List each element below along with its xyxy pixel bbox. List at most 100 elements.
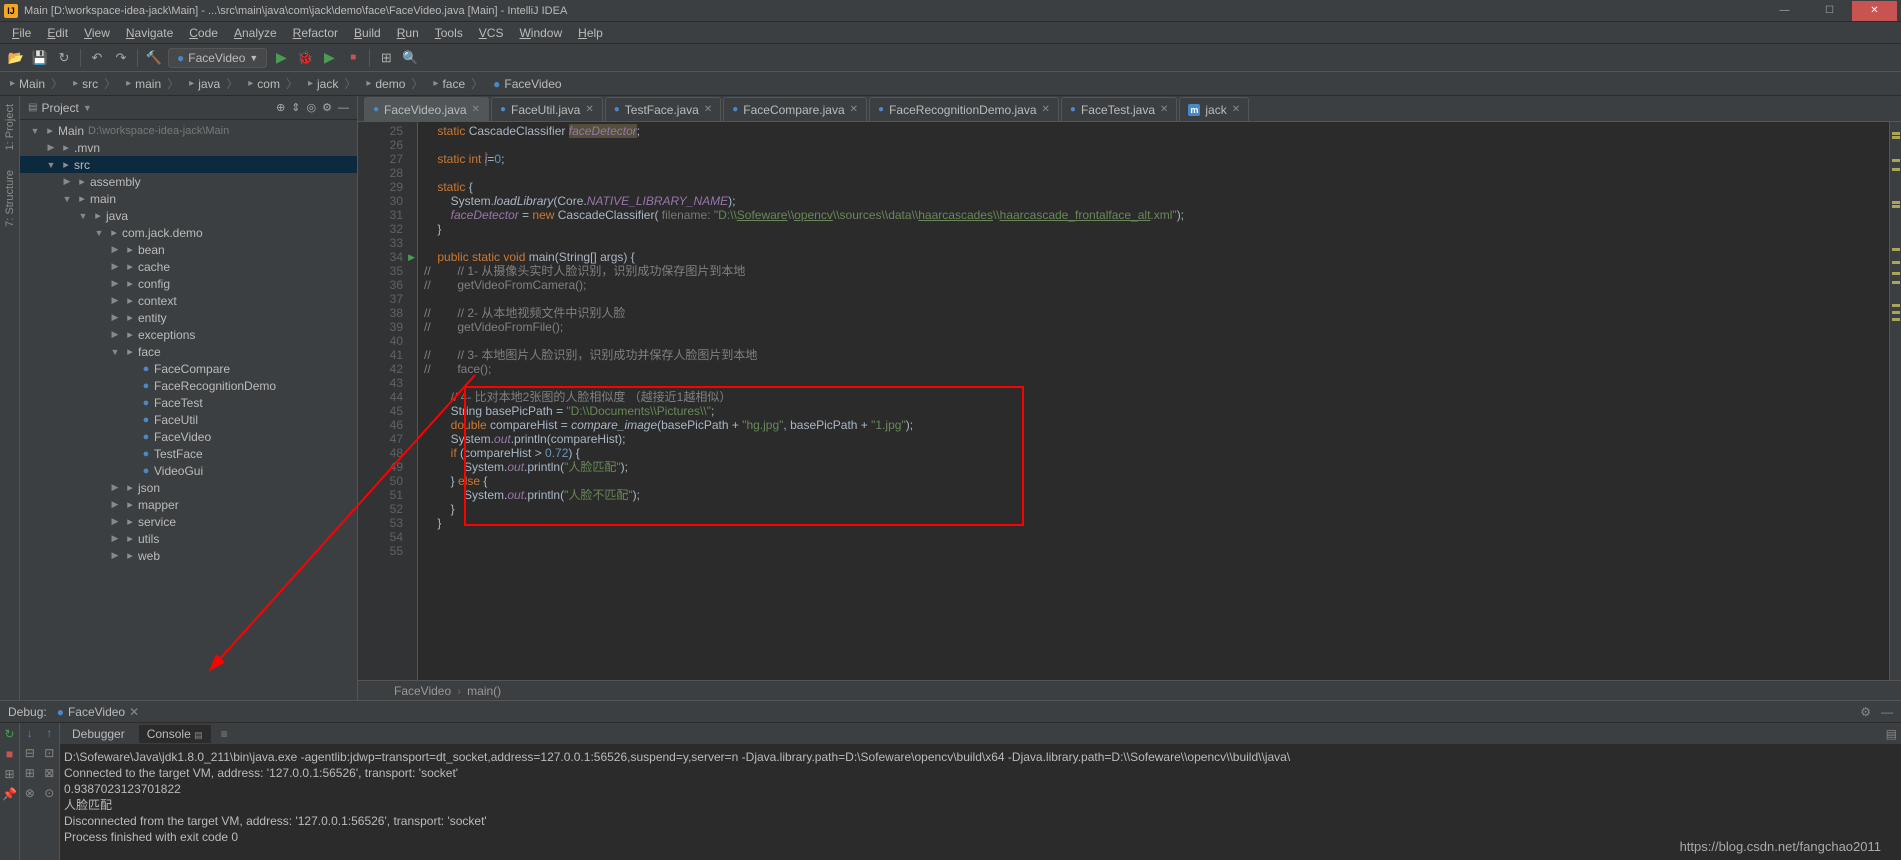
breadcrumb-item[interactable]: ● FaceVideo [489, 77, 565, 91]
editor-tab-faceutil-java[interactable]: ●FaceUtil.java✕ [491, 97, 603, 121]
menu-code[interactable]: Code [183, 24, 224, 42]
project-tree[interactable]: ▼▸MainD:\workspace-idea-jack\Main▶▸.mvn ▼… [20, 120, 357, 700]
tree-assembly[interactable]: ▶▸assembly [20, 173, 357, 190]
tree-json[interactable]: ▶▸json [20, 479, 357, 496]
step-over-icon[interactable]: ↑ [46, 726, 52, 740]
open-file-icon[interactable]: 📂 [6, 48, 26, 68]
structure-tool-tab[interactable]: 7: Structure [4, 170, 16, 227]
settings-icon[interactable]: ⊕ [276, 101, 285, 114]
breadcrumb-item[interactable]: ▸ demo 〉 [362, 75, 429, 92]
tree--mvn[interactable]: ▶▸.mvn [20, 139, 357, 156]
breadcrumb-item[interactable]: ▸ main 〉 [122, 75, 185, 92]
view-icon[interactable]: ⊙ [44, 786, 54, 800]
console-tab[interactable]: Console ▤ [139, 725, 211, 743]
close-icon[interactable]: ✕ [129, 705, 139, 719]
menu-edit[interactable]: Edit [41, 24, 74, 42]
hammer-icon[interactable]: 🔨 [144, 48, 164, 68]
tree-service[interactable]: ▶▸service [20, 513, 357, 530]
save-icon[interactable]: 💾 [30, 48, 50, 68]
breadcrumb-item[interactable]: ▸ com 〉 [244, 75, 304, 92]
breadcrumb-item[interactable]: ▸ src 〉 [69, 75, 122, 92]
debug-button[interactable]: 🐞 [295, 48, 315, 68]
menu-tools[interactable]: Tools [429, 24, 469, 42]
tree-com-jack-demo[interactable]: ▼▸com.jack.demo [20, 224, 357, 241]
menu-refactor[interactable]: Refactor [287, 24, 344, 42]
tree-config[interactable]: ▶▸config [20, 275, 357, 292]
code-content[interactable]: static CascadeClassifier faceDetector; s… [418, 122, 1889, 680]
stop-icon[interactable]: ■ [6, 747, 13, 761]
breadcrumb-item[interactable]: ▸ jack 〉 [304, 75, 362, 92]
menu-view[interactable]: View [78, 24, 116, 42]
debugger-tab[interactable]: Debugger [64, 725, 133, 743]
tree-testface[interactable]: ●TestFace [20, 445, 357, 462]
step-out-icon[interactable]: ⊡ [44, 746, 54, 760]
close-button[interactable]: ✕ [1852, 1, 1897, 21]
menu-analyze[interactable]: Analyze [228, 24, 283, 42]
run-button[interactable]: ▶ [271, 48, 291, 68]
mute-icon[interactable]: ⊗ [25, 786, 35, 800]
tree-cache[interactable]: ▶▸cache [20, 258, 357, 275]
tree-face[interactable]: ▼▸face [20, 343, 357, 360]
tree-faceutil[interactable]: ●FaceUtil [20, 411, 357, 428]
redo-icon[interactable]: ↷ [111, 48, 131, 68]
stop-button[interactable]: ■ [343, 48, 363, 68]
search-icon[interactable]: 🔍 [400, 48, 420, 68]
console-output[interactable]: D:\Sofeware\Java\jdk1.8.0_211\bin\java.e… [60, 745, 1901, 860]
editor-tab-jack[interactable]: mjack✕ [1179, 97, 1249, 121]
minimize-button[interactable]: — [1762, 1, 1807, 21]
menu-window[interactable]: Window [513, 24, 568, 42]
menu-run[interactable]: Run [391, 24, 425, 42]
menu-help[interactable]: Help [572, 24, 609, 42]
tree-facecompare[interactable]: ●FaceCompare [20, 360, 357, 377]
editor-tab-facecompare-java[interactable]: ●FaceCompare.java✕ [723, 97, 867, 121]
project-tool-tab[interactable]: 1: Project [4, 104, 16, 150]
menu-build[interactable]: Build [348, 24, 387, 42]
tree-videogui[interactable]: ●VideoGui [20, 462, 357, 479]
breadcrumb-item[interactable]: ▸ face 〉 [429, 75, 489, 92]
menu-vcs[interactable]: VCS [473, 24, 510, 42]
run-config-selector[interactable]: ● FaceVideo ▼ [168, 48, 267, 68]
expand-icon[interactable]: ▤ [1886, 727, 1897, 741]
tree-entity[interactable]: ▶▸entity [20, 309, 357, 326]
tree-web[interactable]: ▶▸web [20, 547, 357, 564]
hide-icon[interactable]: — [338, 102, 349, 114]
threads-icon[interactable]: ⊠ [44, 766, 54, 780]
settings-icon[interactable]: ⚙ [1860, 705, 1871, 719]
tree-facetest[interactable]: ●FaceTest [20, 394, 357, 411]
layout-icon[interactable]: ⊞ [4, 767, 14, 781]
step-into-icon[interactable]: ⊟ [25, 746, 35, 760]
code-editor[interactable]: 25262728293031323334▶3536373839404142434… [358, 122, 1901, 680]
sync-icon[interactable]: ↻ [54, 48, 74, 68]
editor-tab-facerecognitiondemo-java[interactable]: ●FaceRecognitionDemo.java✕ [869, 97, 1059, 121]
frames-icon[interactable]: ⊞ [25, 766, 35, 780]
tree-main[interactable]: ▼▸main [20, 190, 357, 207]
debug-session-tab[interactable]: ● FaceVideo ✕ [57, 705, 139, 719]
editor-tab-facevideo-java[interactable]: ●FaceVideo.java✕ [364, 97, 489, 121]
tree-context[interactable]: ▶▸context [20, 292, 357, 309]
minimize-icon[interactable]: — [1881, 705, 1893, 719]
undo-icon[interactable]: ↶ [87, 48, 107, 68]
breadcrumb-item[interactable]: ▸ Main 〉 [6, 75, 69, 92]
menu-navigate[interactable]: Navigate [120, 24, 179, 42]
target-icon[interactable]: ◎ [307, 101, 317, 114]
menu-file[interactable]: File [6, 24, 37, 42]
maximize-button[interactable]: ☐ [1807, 1, 1852, 21]
editor-tab-facetest-java[interactable]: ●FaceTest.java✕ [1061, 97, 1177, 121]
structure-icon[interactable]: ⊞ [376, 48, 396, 68]
tree-main[interactable]: ▼▸MainD:\workspace-idea-jack\Main [20, 122, 357, 139]
breadcrumb-item[interactable]: ▸ java 〉 [185, 75, 244, 92]
tree-bean[interactable]: ▶▸bean [20, 241, 357, 258]
rerun-icon[interactable]: ↻ [4, 727, 14, 741]
resume-icon[interactable]: ↓ [27, 726, 33, 740]
tree-mapper[interactable]: ▶▸mapper [20, 496, 357, 513]
pin-icon[interactable]: 📌 [2, 787, 17, 801]
tree-java[interactable]: ▼▸java [20, 207, 357, 224]
gear-icon[interactable]: ⚙ [322, 101, 332, 114]
collapse-icon[interactable]: ⇕ [291, 101, 300, 114]
more-icon[interactable]: ≡ [221, 727, 228, 741]
tree-exceptions[interactable]: ▶▸exceptions [20, 326, 357, 343]
editor-tab-testface-java[interactable]: ●TestFace.java✕ [605, 97, 721, 121]
tree-utils[interactable]: ▶▸utils [20, 530, 357, 547]
coverage-button[interactable]: ▶ [319, 48, 339, 68]
error-stripe[interactable] [1889, 122, 1901, 680]
